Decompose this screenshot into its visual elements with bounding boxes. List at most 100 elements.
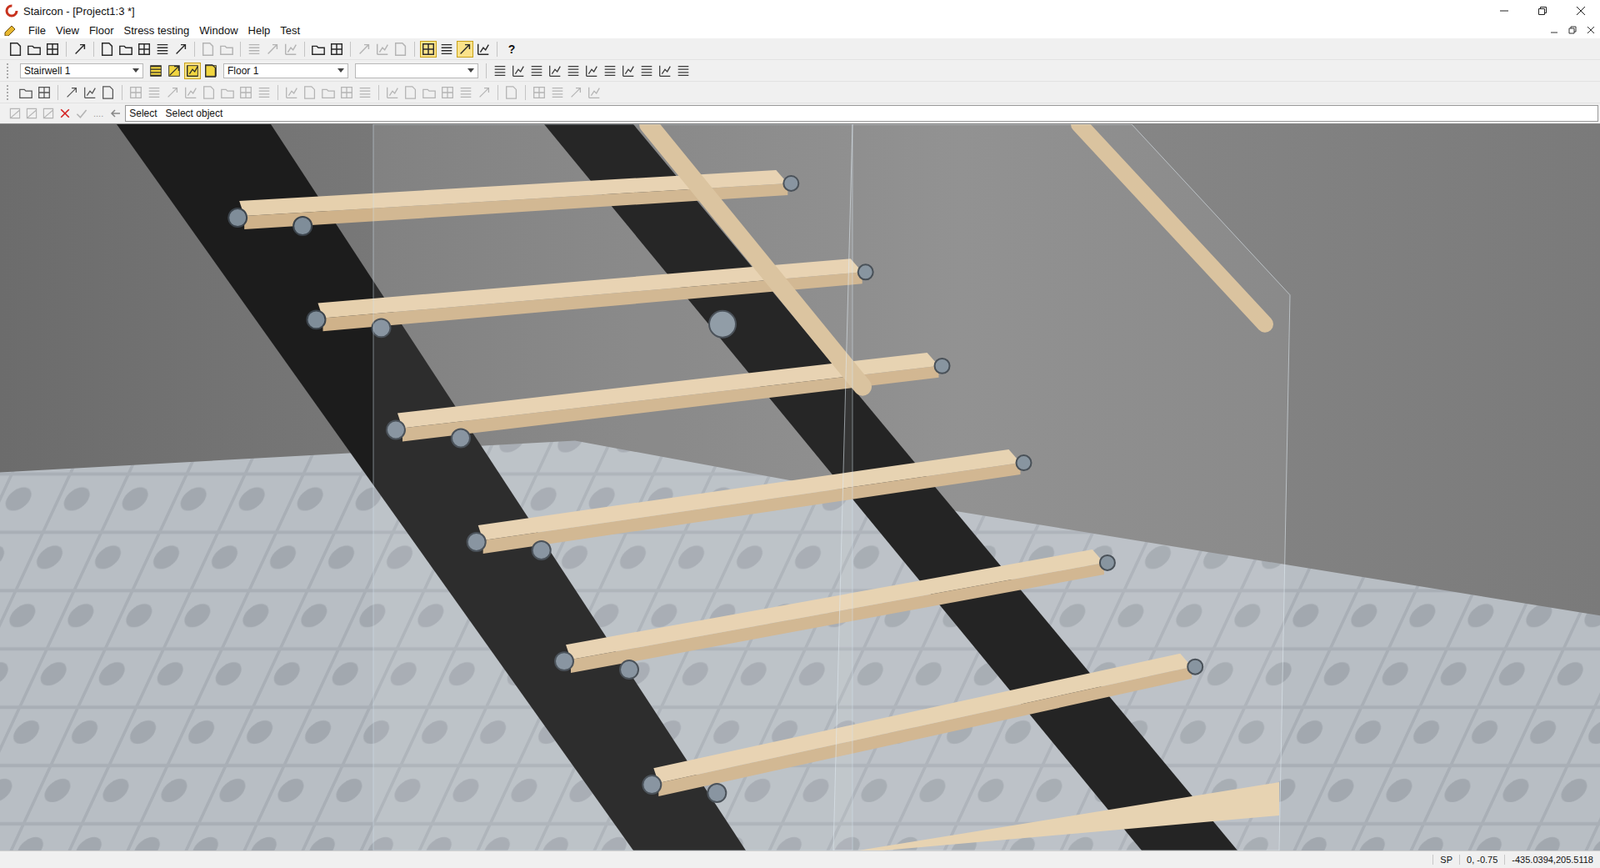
drawing-tool-button[interactable]: [439, 84, 456, 101]
stairwell-tool-button[interactable]: [147, 62, 165, 80]
toolbar-button[interactable]: [310, 40, 327, 58]
drawing-tool-button[interactable]: [530, 84, 548, 101]
align-button[interactable]: [656, 62, 674, 80]
menu-item[interactable]: Stress testing: [119, 22, 195, 39]
drawing-tool-button[interactable]: [127, 84, 145, 101]
menu-item[interactable]: Test: [275, 22, 305, 39]
drawing-tool-button[interactable]: [338, 84, 355, 101]
toolbar-button[interactable]: [374, 40, 391, 58]
mdi-restore-icon[interactable]: [1568, 25, 1577, 35]
confirm-button[interactable]: [74, 105, 90, 121]
toolbar-button[interactable]: [25, 40, 43, 58]
toolbar-button[interactable]: [44, 40, 61, 58]
drawing-tool-button[interactable]: [356, 84, 374, 101]
drawing-tool-button[interactable]: [255, 84, 273, 101]
stairwell-tool-button[interactable]: [165, 62, 183, 80]
menu-item[interactable]: Window: [194, 22, 243, 39]
help-button[interactable]: ?: [502, 40, 521, 58]
drawing-tool-button[interactable]: [145, 84, 163, 101]
toolbar-button[interactable]: [475, 40, 492, 58]
toolbar-button[interactable]: [117, 40, 135, 58]
drawing-tool-button[interactable]: [164, 84, 181, 101]
tool-button[interactable]: [7, 105, 23, 121]
drawing-tool-icon: [403, 85, 419, 100]
3d-viewport[interactable]: [0, 123, 1600, 850]
drawing-tool-button[interactable]: [182, 84, 200, 101]
minimize-button[interactable]: [1485, 0, 1524, 22]
drawing-tool-button[interactable]: [420, 84, 438, 101]
drawing-tool-button[interactable]: [219, 84, 236, 101]
toolbar-separator: [350, 41, 351, 57]
mdi-minimize-icon[interactable]: [1550, 25, 1559, 35]
align-button[interactable]: [546, 62, 564, 80]
tool-button[interactable]: [24, 105, 40, 121]
toolbar-button[interactable]: [282, 40, 300, 58]
align-button[interactable]: [528, 62, 545, 80]
drawing-tool-button[interactable]: [585, 84, 603, 101]
menu-item[interactable]: File: [23, 22, 51, 39]
toolbar-button[interactable]: [438, 40, 455, 58]
floor-dropdown[interactable]: Floor 1: [223, 63, 349, 79]
align-button[interactable]: [510, 62, 527, 80]
align-button[interactable]: [675, 62, 692, 80]
drawing-tool-button[interactable]: [81, 84, 99, 101]
drawing-tool-button[interactable]: [549, 84, 566, 101]
toolbar-button[interactable]: [264, 40, 281, 58]
drawing-tool-button[interactable]: [384, 84, 401, 101]
drawing-tool-button[interactable]: [237, 84, 255, 101]
menu-item[interactable]: Help: [243, 22, 276, 39]
align-button[interactable]: [491, 62, 509, 80]
drawing-tool-button[interactable]: [35, 84, 53, 101]
mdi-close-icon[interactable]: [1586, 25, 1595, 35]
drawing-tool-button[interactable]: [100, 84, 117, 101]
menu-item[interactable]: View: [50, 22, 85, 39]
toolbar-button[interactable]: [245, 40, 263, 58]
more-button[interactable]: ....: [93, 108, 104, 119]
drawing-tool-button[interactable]: [567, 84, 585, 101]
align-button[interactable]: [620, 62, 637, 80]
toolbar-button[interactable]: [99, 40, 116, 58]
drawing-tool-button[interactable]: [320, 84, 337, 101]
drawing-tool-button[interactable]: [402, 84, 420, 101]
drawing-tool-button[interactable]: [457, 84, 475, 101]
command-input[interactable]: SelectSelect object: [125, 105, 1599, 122]
tool-icon: [246, 41, 262, 57]
level-dropdown[interactable]: [355, 63, 479, 79]
drawing-tool-button[interactable]: [503, 84, 520, 101]
menu-item[interactable]: Floor: [84, 22, 120, 39]
drawing-tool-button[interactable]: [200, 84, 218, 101]
toolbar-button[interactable]: [71, 40, 89, 58]
toolbar-button[interactable]: [154, 40, 171, 58]
close-icon: [1575, 5, 1586, 16]
toolbar-button[interactable]: [200, 40, 217, 58]
toolbar-button[interactable]: [392, 40, 410, 58]
restore-button[interactable]: [1523, 0, 1562, 22]
align-button[interactable]: [583, 62, 600, 80]
toolbar-button[interactable]: [218, 40, 235, 58]
align-button[interactable]: [565, 62, 582, 80]
toolbar-button[interactable]: [328, 40, 345, 58]
drawing-tool-button[interactable]: [475, 84, 493, 101]
stairwell-tool-button[interactable]: [202, 62, 220, 80]
toolbar-button[interactable]: [355, 40, 373, 58]
toolbar-button[interactable]: [7, 40, 25, 58]
tool-button[interactable]: [40, 105, 56, 121]
cancel-button[interactable]: [57, 105, 73, 121]
drawing-tool-button[interactable]: [63, 84, 80, 101]
toolbar-button[interactable]: [135, 40, 153, 58]
stairwell-dropdown[interactable]: Stairwell 1: [20, 63, 144, 79]
align-button[interactable]: [638, 62, 655, 80]
close-button[interactable]: [1561, 0, 1600, 22]
drawing-tool-button[interactable]: [283, 84, 300, 101]
back-arrow-icon[interactable]: [110, 107, 122, 120]
tool-icon: [8, 106, 22, 120]
toolbar-button[interactable]: [456, 40, 474, 58]
align-button[interactable]: [601, 62, 619, 80]
stairwell-tool-button[interactable]: [184, 62, 201, 80]
tool-icon: [310, 41, 326, 57]
toolbar-button[interactable]: [420, 40, 437, 58]
drawing-tool-button[interactable]: [301, 84, 319, 101]
toolbar-button[interactable]: [172, 40, 190, 58]
document-icon[interactable]: [3, 24, 17, 36]
drawing-tool-button[interactable]: [17, 84, 35, 101]
